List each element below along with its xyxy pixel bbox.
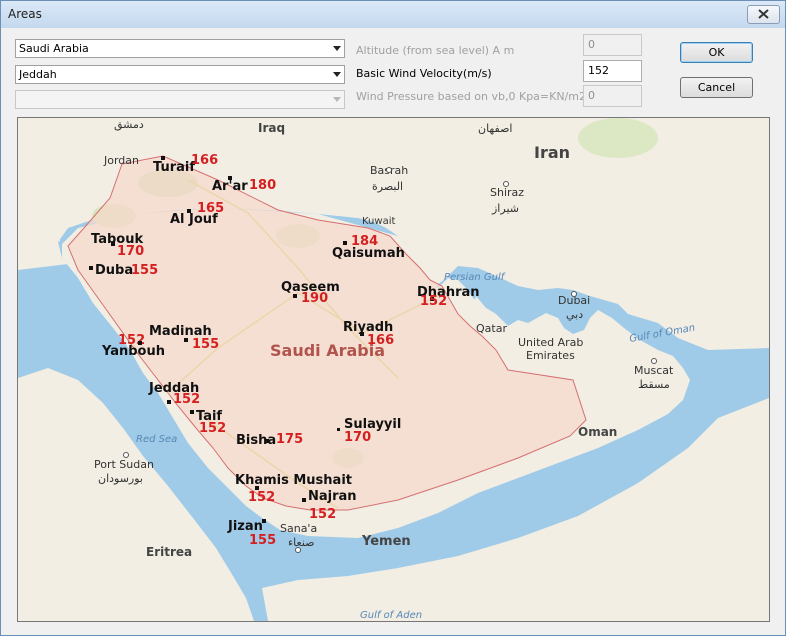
station-value: 155	[192, 337, 219, 352]
map-label-shiraz-ar: شيراز	[491, 202, 519, 215]
wind-velocity-field[interactable]: 152	[583, 60, 642, 82]
station-marker	[89, 266, 93, 270]
station-marker	[262, 519, 266, 523]
map-label-iran: Iran	[534, 143, 570, 162]
map-label-sanaa: Sana'a	[280, 522, 317, 535]
station-duba[interactable]: Duba 155	[89, 263, 158, 278]
station-value: 180	[249, 178, 276, 193]
map-label-sanaa-ar: صنعاء	[288, 536, 315, 549]
map-label-damascus-ar: دمشق	[114, 118, 144, 132]
city-marker	[123, 452, 129, 458]
station-name: Duba	[95, 263, 133, 278]
station-value: 155	[249, 533, 276, 548]
map-label-jordan: Jordan	[103, 154, 139, 167]
city-marker	[503, 181, 509, 187]
station-marker	[184, 338, 188, 342]
city-marker	[295, 547, 301, 553]
map-label-qatar: Qatar	[476, 322, 507, 335]
wind-pressure-field[interactable]: 0	[583, 85, 642, 107]
station-value: 166	[367, 333, 394, 348]
map-label-uae-line2: Emirates	[526, 349, 575, 362]
station-jeddah[interactable]: Jeddah 152	[148, 381, 200, 407]
city-marker	[571, 291, 577, 297]
window-title: Areas	[8, 7, 42, 21]
station-marker	[293, 294, 297, 298]
station-value: 170	[117, 244, 144, 259]
station-marker	[265, 439, 269, 443]
map-label-muscat-ar: مسقط	[638, 378, 670, 391]
station-marker	[343, 241, 347, 245]
map-label-oman: Oman	[578, 425, 617, 439]
chevron-down-icon	[333, 97, 341, 102]
station-marker	[302, 498, 306, 502]
country-dropdown[interactable]: Saudi Arabia	[15, 39, 345, 58]
city-dropdown-value: Jeddah	[19, 68, 57, 81]
station-name: Najran	[308, 489, 357, 504]
station-marker	[190, 410, 194, 414]
station-value: 190	[301, 291, 328, 306]
cancel-button[interactable]: Cancel	[680, 77, 753, 98]
station-value: 155	[131, 263, 158, 278]
station-name: Khamis Mushait	[235, 473, 352, 488]
station-value: 152	[420, 294, 447, 309]
map-label-shiraz: Shiraz	[490, 186, 524, 199]
third-dropdown[interactable]	[15, 90, 345, 109]
map-canvas: Iraq Iran Jordan Kuwait Qatar United Ara…	[18, 118, 769, 621]
areas-dialog: Areas Saudi Arabia Jeddah Altitude (from…	[0, 0, 786, 636]
station-marker	[167, 400, 171, 404]
title-bar: Areas	[1, 1, 785, 28]
station-value: 152	[248, 490, 275, 505]
station-marker	[360, 332, 364, 336]
station-value: 152	[199, 421, 226, 436]
station-marker	[111, 242, 115, 246]
altitude-label: Altitude (from sea level) A m	[356, 44, 515, 57]
chevron-down-icon	[333, 72, 341, 77]
city-marker	[651, 358, 657, 364]
map-label-eritrea: Eritrea	[146, 545, 192, 559]
ok-button[interactable]: OK	[680, 42, 753, 63]
map-label-iraq: Iraq	[258, 121, 285, 135]
city-marker	[386, 167, 392, 173]
station-marker	[337, 428, 340, 431]
map-label-yemen: Yemen	[361, 534, 411, 549]
station-name: Jizan	[227, 519, 263, 534]
country-dropdown-value: Saudi Arabia	[19, 42, 89, 55]
station-value: 152	[173, 392, 200, 407]
map-label-persian-gulf: Persian Gulf	[444, 272, 506, 283]
station-jizan[interactable]: Jizan 155	[227, 519, 276, 548]
station-name: Bisha	[236, 433, 276, 448]
wind-map[interactable]: Iraq Iran Jordan Kuwait Qatar United Ara…	[17, 117, 770, 622]
map-label-red-sea: Red Sea	[136, 434, 177, 445]
map-label-port-sudan: Port Sudan	[94, 458, 154, 471]
station-value: 152	[309, 507, 336, 522]
close-button[interactable]	[747, 5, 780, 24]
wind-pressure-label: Wind Pressure based on vb,0 Kpa=KN/m2	[356, 90, 587, 103]
map-label-isfahan-ar: اصفهان	[478, 122, 512, 135]
station-name: Turaif	[153, 160, 195, 175]
map-label-dubai-ar: دبي	[566, 308, 583, 321]
station-name: Qaisumah	[332, 246, 405, 261]
map-label-muscat: Muscat	[634, 364, 674, 377]
station-bisha[interactable]: Bisha 175	[236, 432, 303, 448]
map-label-gulf-of-aden: Gulf of Aden	[360, 610, 422, 621]
altitude-field[interactable]: 0	[583, 34, 642, 56]
station-value: 166	[191, 153, 218, 168]
map-label-uae-line1: United Arab	[518, 336, 583, 349]
station-arar[interactable]: Ar'ar 180	[212, 176, 276, 194]
station-value: 175	[276, 432, 303, 447]
map-label-basrah-ar: البصرة	[372, 180, 403, 193]
map-label-kuwait: Kuwait	[362, 216, 395, 227]
station-name: Yanbouh	[101, 344, 165, 359]
station-name: Ar'ar	[212, 179, 248, 194]
station-value: 170	[344, 430, 371, 445]
wind-velocity-label: Basic Wind Velocity(m/s)	[356, 67, 492, 80]
chevron-down-icon	[333, 46, 341, 51]
green-patch	[578, 118, 658, 158]
city-dropdown[interactable]: Jeddah	[15, 65, 345, 84]
station-name: Al Jouf	[170, 212, 218, 227]
map-label-port-sudan-ar: بورسودان	[98, 472, 143, 485]
close-icon	[758, 9, 769, 19]
